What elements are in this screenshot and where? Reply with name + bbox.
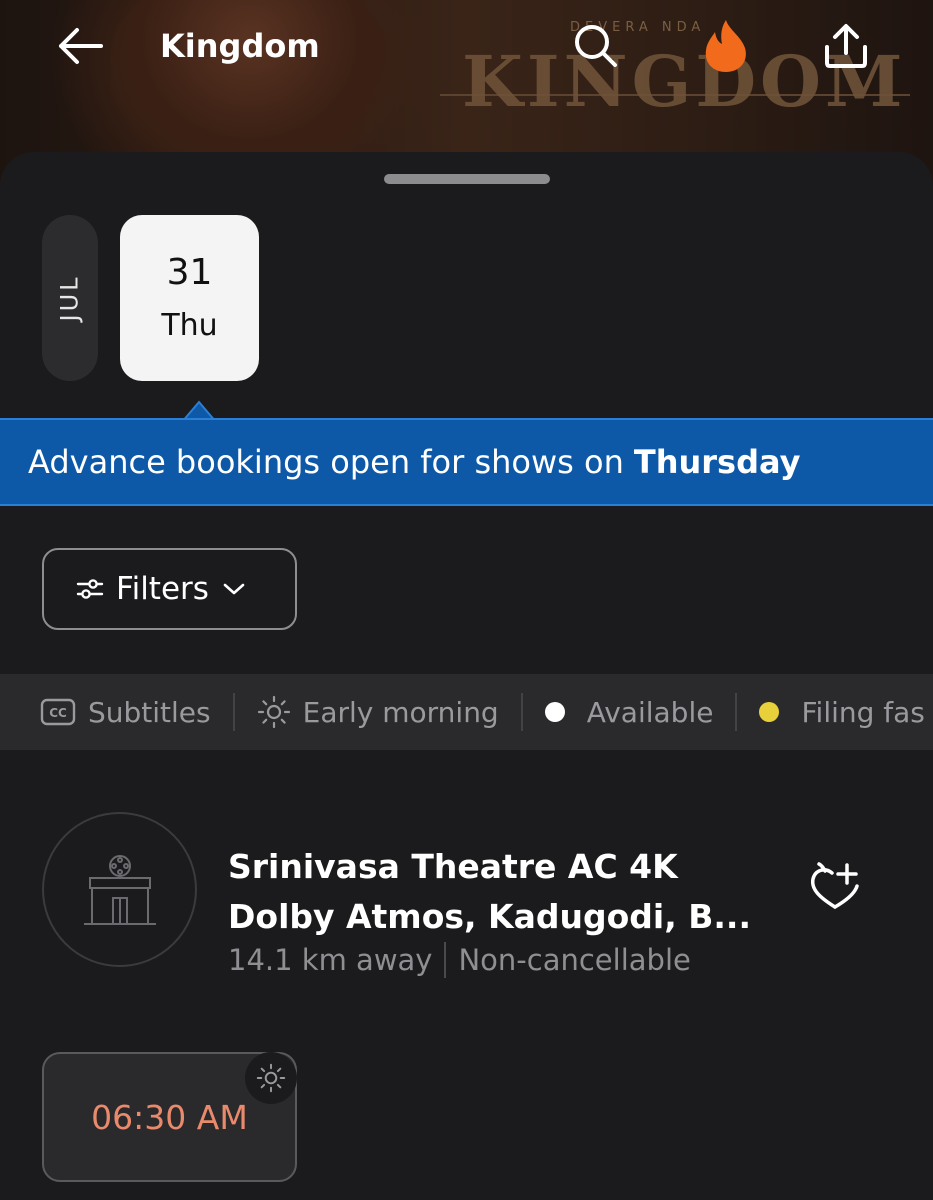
search-button[interactable] xyxy=(568,18,624,74)
showtime-time: 06:30 AM xyxy=(91,1097,248,1137)
legend-subtitles: CC Subtitles xyxy=(40,696,211,729)
advance-booking-banner: Advance bookings open for shows on Thurs… xyxy=(0,418,933,506)
date-weekday: Thu xyxy=(161,308,218,343)
sun-icon xyxy=(256,1063,286,1093)
showtimes-sheet: JUL 31 Thu Advance bookings open for sho… xyxy=(0,152,933,1200)
sliders-icon xyxy=(76,579,104,599)
legend-divider xyxy=(520,693,523,731)
month-label: JUL xyxy=(55,274,84,322)
arrow-left-icon xyxy=(59,28,103,64)
legend-label: Subtitles xyxy=(88,695,211,729)
legend-label: Filing fas xyxy=(801,695,925,729)
theatre-logo xyxy=(42,812,197,967)
sun-icon xyxy=(257,695,290,729)
showtime-legend: CC Subtitles Early morning Available Fil… xyxy=(0,674,933,750)
legend-label: Early morning xyxy=(302,695,499,729)
legend-early-morning: Early morning xyxy=(257,695,499,729)
month-label-pill: JUL xyxy=(42,215,98,381)
meta-divider xyxy=(444,942,447,978)
date-day-number: 31 xyxy=(166,252,213,293)
cinema-building-icon xyxy=(83,854,156,925)
share-button[interactable] xyxy=(818,18,874,74)
filters-label: Filters xyxy=(116,571,209,607)
share-icon xyxy=(825,24,867,68)
filters-button[interactable]: Filters xyxy=(42,548,297,630)
legend-available: Available xyxy=(544,695,714,729)
sheet-drag-handle[interactable] xyxy=(384,174,550,184)
theatre-distance: 14.1 km away xyxy=(228,943,433,977)
chevron-down-icon xyxy=(223,583,245,595)
filling-fast-dot-icon xyxy=(759,702,780,722)
cc-icon: CC xyxy=(40,698,76,726)
banner-text: Advance bookings open for shows on xyxy=(28,443,624,481)
legend-divider xyxy=(735,693,738,731)
banner-highlight: Thursday xyxy=(633,443,801,481)
theatre-name[interactable]: Srinivasa Theatre AC 4K Dolby Atmos, Kad… xyxy=(228,842,768,942)
legend-label: Available xyxy=(586,695,714,729)
add-favourite-button[interactable] xyxy=(800,852,870,922)
early-morning-badge xyxy=(245,1052,297,1104)
svg-text:CC: CC xyxy=(49,706,67,720)
trending-button[interactable] xyxy=(698,18,754,74)
back-button[interactable] xyxy=(50,20,110,72)
theatre-meta: 14.1 km away Non-cancellable xyxy=(228,942,691,978)
theatre-policy: Non-cancellable xyxy=(458,943,691,977)
top-bar: Kingdom xyxy=(0,0,933,92)
date-option-selected[interactable]: 31 Thu xyxy=(120,215,259,381)
search-icon xyxy=(575,25,617,67)
page-title: Kingdom xyxy=(160,27,320,65)
legend-divider xyxy=(232,693,235,731)
legend-filling-fast: Filing fas xyxy=(759,695,925,729)
heart-plus-icon xyxy=(810,862,859,909)
available-dot-icon xyxy=(544,702,565,722)
fire-icon xyxy=(705,20,746,72)
